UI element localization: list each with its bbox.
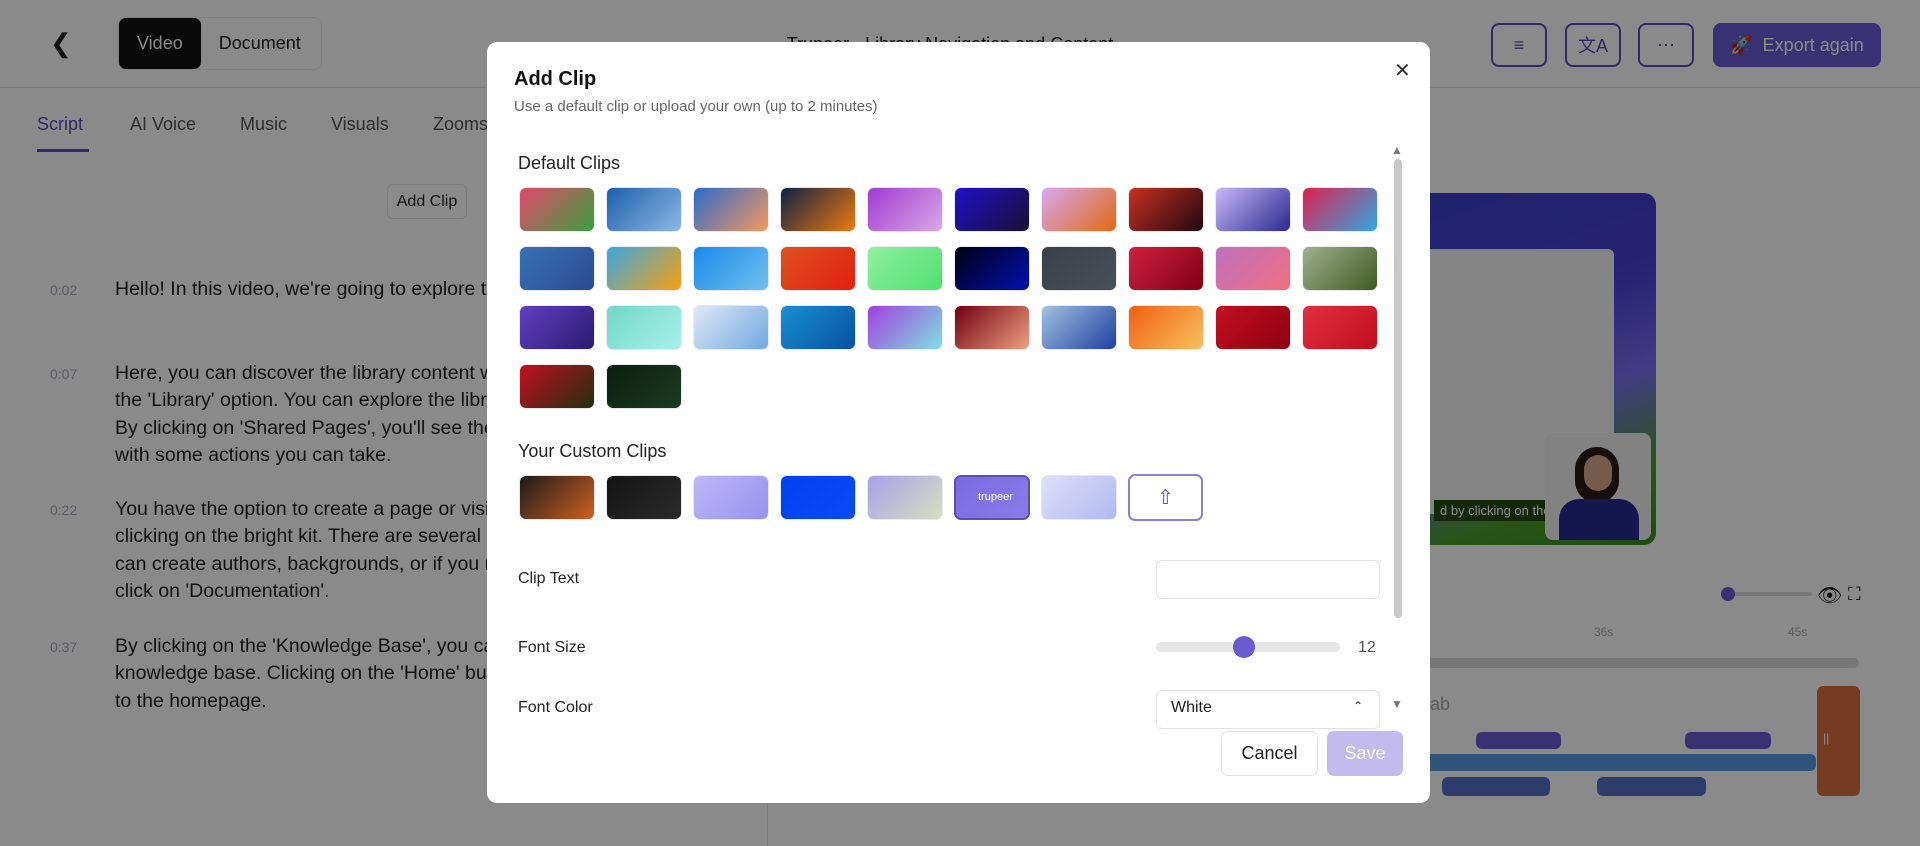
custom-clip-thumbnail[interactable]: trupeer — [954, 475, 1030, 520]
custom-clips-heading: Your Custom Clips — [518, 441, 667, 461]
default-clip-thumbnail[interactable] — [1128, 187, 1204, 232]
default-clip-thumbnail[interactable] — [606, 187, 682, 232]
default-clip-thumbnail[interactable] — [1041, 305, 1117, 350]
default-clip-thumbnail[interactable] — [1041, 246, 1117, 291]
default-clip-thumbnail[interactable] — [780, 187, 856, 232]
cancel-button[interactable]: Cancel — [1221, 731, 1318, 776]
default-clip-thumbnail[interactable] — [693, 187, 769, 232]
clip-logo-text: trupeer — [978, 491, 1013, 503]
default-clip-thumbnail[interactable] — [1128, 246, 1204, 291]
default-clip-thumbnail[interactable] — [1302, 246, 1378, 291]
default-clip-thumbnail[interactable] — [606, 305, 682, 350]
default-clip-thumbnail[interactable] — [519, 305, 595, 350]
scroll-down-arrow-icon[interactable]: ▼ — [1391, 697, 1403, 711]
default-clip-thumbnail[interactable] — [606, 364, 682, 409]
default-clip-thumbnail[interactable] — [519, 364, 595, 409]
default-clip-thumbnail[interactable] — [1302, 305, 1378, 350]
dialog-subtitle: Use a default clip or upload your own (u… — [514, 98, 878, 115]
close-icon[interactable]: ✕ — [1394, 58, 1411, 83]
default-clip-thumbnail[interactable] — [867, 187, 943, 232]
default-clip-thumbnail[interactable] — [1302, 187, 1378, 232]
dialog-scroll-area: Default Clips Your Custom Clips trupeer … — [487, 137, 1430, 729]
default-clip-thumbnail[interactable] — [693, 305, 769, 350]
dialog-title: Add Clip — [514, 68, 597, 90]
default-clip-thumbnail[interactable] — [1215, 187, 1291, 232]
default-clip-thumbnail[interactable] — [519, 187, 595, 232]
default-clip-thumbnail[interactable] — [954, 246, 1030, 291]
custom-clip-thumbnail[interactable] — [867, 475, 943, 520]
font-size-value: 12 — [1358, 639, 1376, 656]
custom-clip-thumbnail[interactable] — [780, 475, 856, 520]
font-color-label: Font Color — [518, 699, 593, 716]
default-clip-thumbnail[interactable] — [867, 246, 943, 291]
default-clip-thumbnail[interactable] — [519, 246, 595, 291]
upload-icon: ⇧ — [1157, 487, 1174, 509]
default-clip-thumbnail[interactable] — [1215, 246, 1291, 291]
custom-clip-thumbnail[interactable] — [693, 475, 769, 520]
clip-text-label: Clip Text — [518, 570, 580, 587]
font-size-slider-knob[interactable] — [1233, 636, 1256, 658]
default-clip-thumbnail[interactable] — [1128, 305, 1204, 350]
custom-clip-thumbnail[interactable] — [1041, 475, 1117, 520]
default-clip-thumbnail[interactable] — [1215, 305, 1291, 350]
custom-clip-thumbnail[interactable] — [606, 475, 682, 520]
font-size-label: Font Size — [518, 639, 586, 656]
default-clips-heading: Default Clips — [518, 153, 621, 173]
save-button[interactable]: Save — [1327, 731, 1403, 776]
chevron-up-icon: ⌃ — [1352, 699, 1363, 713]
custom-clip-thumbnail[interactable] — [519, 475, 595, 520]
default-clip-thumbnail[interactable] — [954, 305, 1030, 350]
default-clip-thumbnail[interactable] — [693, 246, 769, 291]
font-color-value: White — [1171, 699, 1212, 716]
scroll-up-arrow-icon[interactable]: ▲ — [1391, 143, 1403, 157]
default-clip-thumbnail[interactable] — [1041, 187, 1117, 232]
upload-clip-button[interactable]: ⇧ — [1128, 474, 1203, 521]
default-clip-thumbnail[interactable] — [780, 246, 856, 291]
font-size-slider[interactable] — [1156, 636, 1340, 658]
default-clip-thumbnail[interactable] — [867, 305, 943, 350]
font-color-select[interactable]: White ⌃ — [1156, 690, 1380, 729]
scrollbar-thumb[interactable] — [1394, 159, 1402, 618]
default-clip-thumbnail[interactable] — [954, 187, 1030, 232]
add-clip-dialog: Add Clip Use a default clip or upload yo… — [487, 42, 1430, 803]
clip-text-input[interactable] — [1156, 560, 1380, 599]
default-clip-thumbnail[interactable] — [780, 305, 856, 350]
default-clip-thumbnail[interactable] — [606, 246, 682, 291]
